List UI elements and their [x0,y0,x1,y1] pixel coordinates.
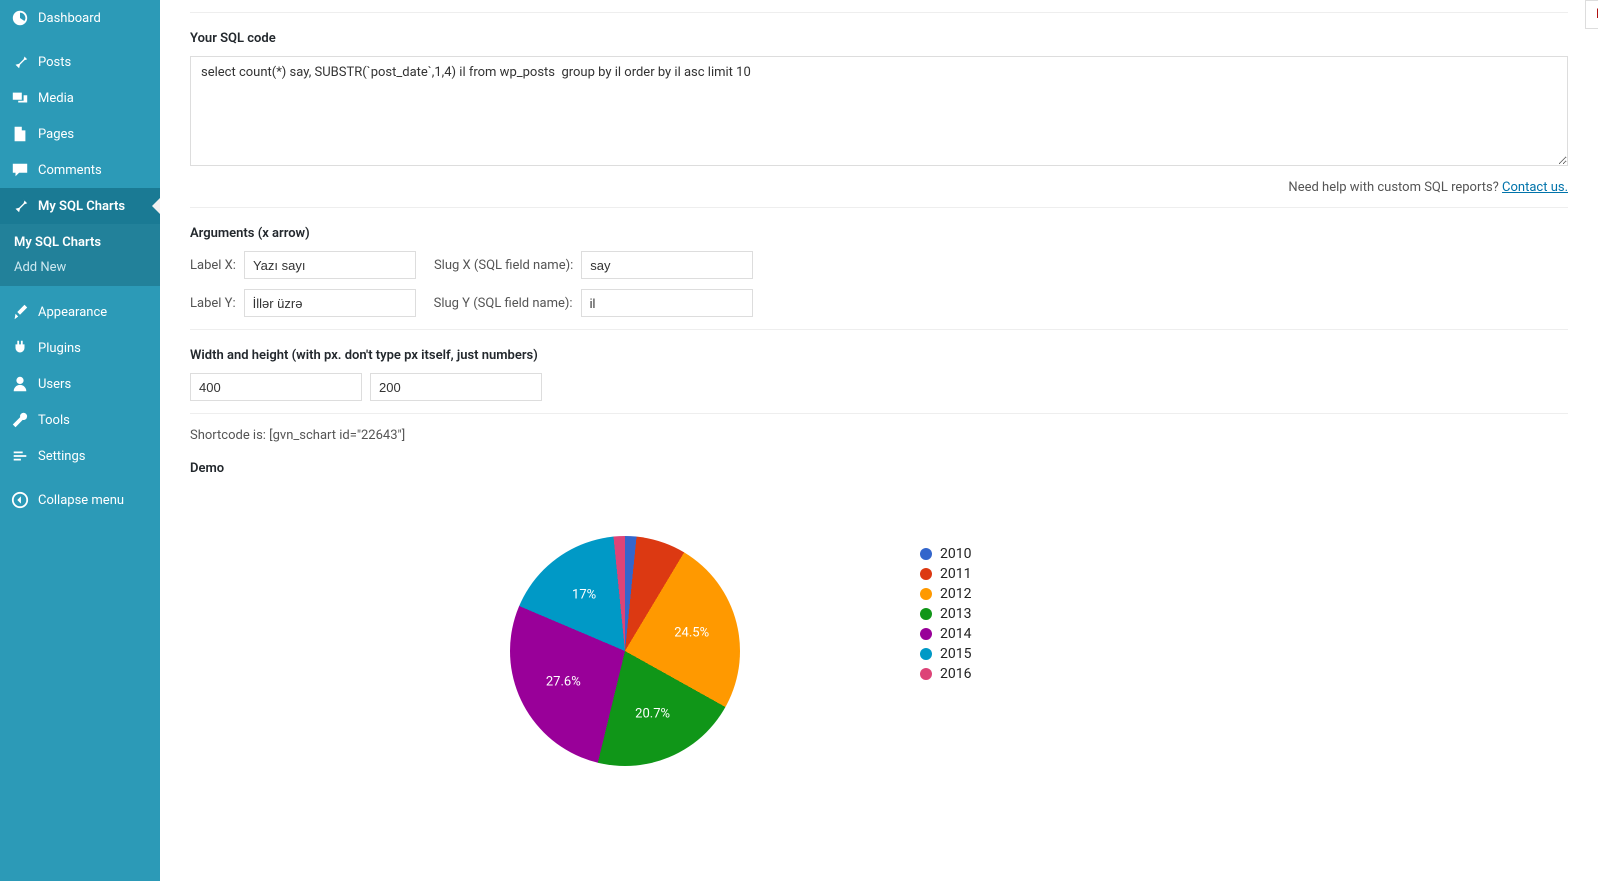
legend-item[interactable]: 2015 [920,646,971,662]
legend-dot [920,568,932,580]
legend-dot [920,608,932,620]
legend-item[interactable]: 2012 [920,586,971,602]
sidebar-item-dashboard[interactable]: Dashboard [0,0,160,36]
dashboard-icon [10,8,30,28]
legend-label: 2013 [940,606,971,622]
collapse-icon [10,490,30,510]
sidebar-sub-mysqlcharts[interactable]: My SQL Charts [0,230,160,255]
pin-icon [10,52,30,72]
height-input[interactable] [370,373,542,401]
sidebar-item-label: Comments [38,163,102,178]
help-row: Need help with custom SQL reports? Conta… [190,180,1568,195]
sidebar-item-label: Media [38,91,74,106]
sidebar-item-settings[interactable]: Settings [0,438,160,474]
admin-sidebar: Dashboard Posts Media Pages Comments My … [0,0,160,881]
demo-label: Demo [190,461,1568,476]
legend-item[interactable]: 2013 [920,606,971,622]
sliders-icon [10,446,30,466]
slug-x-input[interactable] [581,251,753,279]
media-icon [10,88,30,108]
slug-x-text: Slug X (SQL field name): [434,258,573,273]
sidebar-item-label: Settings [38,449,85,464]
sidebar-item-pages[interactable]: Pages [0,116,160,152]
sql-code-textarea[interactable] [190,56,1568,166]
legend-dot [920,648,932,660]
legend-label: 2011 [940,566,971,582]
slug-y-input[interactable] [581,289,753,317]
legend-label: 2016 [940,666,971,682]
pie-slice-label: 17% [572,588,596,603]
wrench-icon [10,410,30,430]
legend-item[interactable]: 2016 [920,666,971,682]
width-input[interactable] [190,373,362,401]
sidebar-item-label: Dashboard [38,11,101,26]
sidebar-item-label: Posts [38,55,71,70]
sidebar-item-comments[interactable]: Comments [0,152,160,188]
sidebar-item-collapse[interactable]: Collapse menu [0,482,160,518]
sidebar-item-plugins[interactable]: Plugins [0,330,160,366]
sidebar-item-label: Users [38,377,71,392]
plug-icon [10,338,30,358]
brush-icon [10,302,30,322]
sidebar-item-label: Pages [38,127,74,142]
legend-label: 2010 [940,546,971,562]
legend-dot [920,588,932,600]
pin-icon [10,196,30,216]
legend-label: 2012 [940,586,971,602]
sidebar-sub-addnew[interactable]: Add New [0,255,160,280]
user-icon [10,374,30,394]
sidebar-item-mysqlcharts[interactable]: My SQL Charts [0,188,160,224]
legend-label: 2015 [940,646,971,662]
arguments-label: Arguments (x arrow) [190,226,1568,241]
legend-label: 2014 [940,626,971,642]
move-to-link[interactable]: Move to [1585,0,1598,29]
legend-item[interactable]: 2011 [920,566,971,582]
chart-legend: 2010 2011 2012 2013 2014 2015 2016 [920,546,971,686]
sidebar-item-label: Appearance [38,305,107,320]
contact-us-link[interactable]: Contact us. [1502,180,1568,195]
width-height-label: Width and height (with px. don't type px… [190,348,1568,363]
legend-item[interactable]: 2014 [920,626,971,642]
sidebar-item-label: Plugins [38,341,81,356]
sidebar-item-posts[interactable]: Posts [0,44,160,80]
label-x-text: Label X: [190,258,236,273]
sidebar-submenu: My SQL Charts Add New [0,224,160,286]
main-content: Move to Your SQL code Need help with cus… [160,0,1598,881]
legend-dot [920,668,932,680]
sidebar-item-tools[interactable]: Tools [0,402,160,438]
label-x-input[interactable] [244,251,416,279]
legend-dot [920,548,932,560]
sidebar-item-media[interactable]: Media [0,80,160,116]
help-text: Need help with custom SQL reports? [1288,180,1502,195]
shortcode-text: Shortcode is: [gvn_schart id="22643"] [190,428,1568,443]
sql-code-label: Your SQL code [190,31,1568,46]
label-y-text: Label Y: [190,296,236,311]
legend-dot [920,628,932,640]
comment-icon [10,160,30,180]
pie-slice-label: 27.6% [546,674,581,689]
slug-y-text: Slug Y (SQL field name): [434,296,573,311]
pie-slice-label: 24.5% [674,626,709,641]
page-icon [10,124,30,144]
pie-slice-label: 20.7% [635,707,670,722]
sidebar-item-label: Collapse menu [38,493,124,508]
demo-pie-chart: 24.5% 20.7% 27.6% 17% [510,536,740,766]
sidebar-item-users[interactable]: Users [0,366,160,402]
label-y-input[interactable] [244,289,416,317]
legend-item[interactable]: 2010 [920,546,971,562]
sidebar-item-appearance[interactable]: Appearance [0,294,160,330]
sidebar-item-label: My SQL Charts [38,199,125,214]
sidebar-item-label: Tools [38,413,70,428]
